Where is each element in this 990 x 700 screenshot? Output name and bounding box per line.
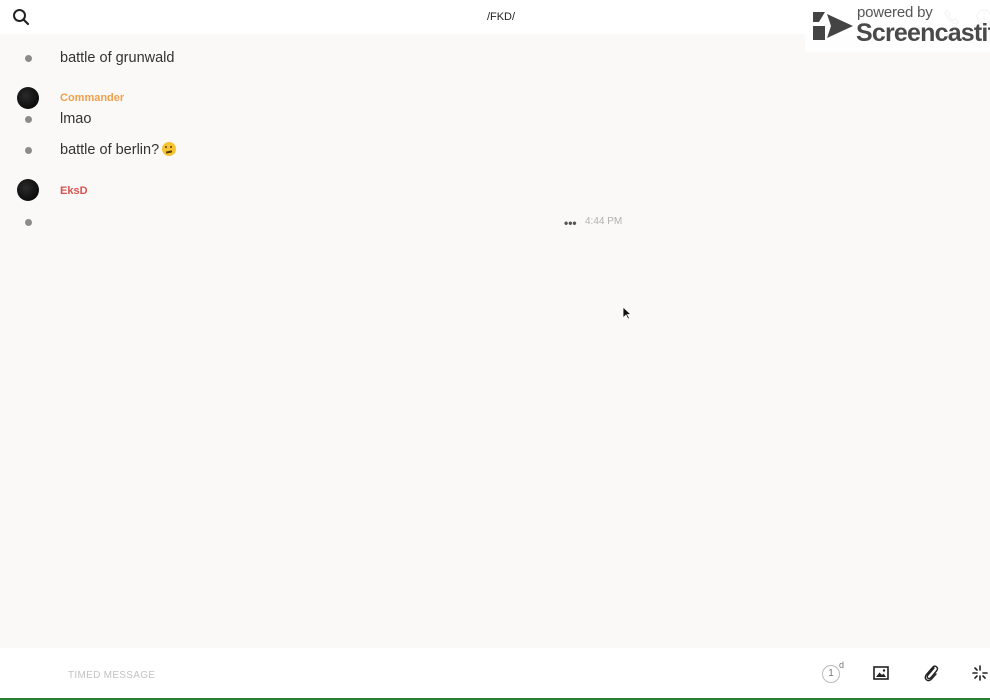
timer-unit: d bbox=[839, 660, 845, 670]
message-dot bbox=[25, 147, 32, 154]
author-name[interactable]: EksD bbox=[60, 185, 88, 197]
screencastify-logo-icon bbox=[809, 8, 855, 44]
message-text: battle of berlin? bbox=[60, 142, 160, 158]
message-input[interactable] bbox=[66, 665, 770, 685]
message-timestamp: 4:44 PM bbox=[585, 216, 623, 227]
message-dot bbox=[25, 55, 32, 62]
message-composer: 1 d bbox=[0, 648, 990, 700]
message-text-container: battle of berlin? bbox=[60, 142, 177, 158]
sparkle-icon[interactable] bbox=[972, 665, 988, 681]
message-dot bbox=[25, 116, 32, 123]
author-name[interactable]: Commander bbox=[60, 92, 124, 104]
message-text: lmao bbox=[60, 111, 92, 127]
timer-value: 1 bbox=[822, 665, 840, 683]
message-text: battle of grunwald bbox=[60, 50, 175, 66]
message-dot bbox=[25, 219, 32, 226]
avatar[interactable] bbox=[17, 179, 39, 201]
screencastify-watermark: powered by Screencastify bbox=[805, 0, 990, 52]
paperclip-icon[interactable] bbox=[923, 664, 939, 682]
avatar[interactable] bbox=[17, 87, 39, 109]
watermark-brand: Screencastify bbox=[856, 19, 990, 47]
more-options-icon[interactable]: ••• bbox=[564, 216, 577, 230]
image-icon[interactable] bbox=[873, 665, 889, 681]
chat-screen: /FKD/ powered by Screencastify bbox=[0, 0, 990, 700]
thinking-face-icon bbox=[162, 142, 177, 156]
timer-button[interactable]: 1 d bbox=[822, 660, 848, 684]
mouse-cursor-icon bbox=[622, 306, 633, 320]
